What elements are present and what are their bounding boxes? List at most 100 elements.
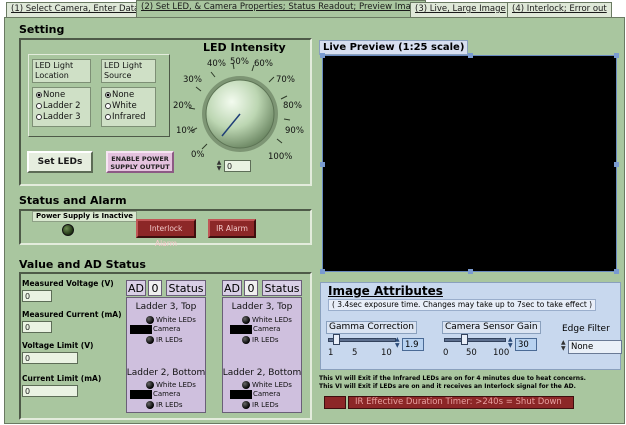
radio-icon (36, 103, 42, 109)
ad-2-bottom-camera-label: Camera (253, 390, 281, 398)
measured-current-label: Measured Current (mA) (22, 310, 122, 319)
power-supply-led-icon (62, 224, 74, 236)
ad-2-bottom-title: Ladder 2, Bottom (222, 368, 302, 378)
ad-1-top-ir-label: IR LEDs (156, 336, 183, 344)
led-location-label: LED Light Location (32, 59, 91, 83)
radio-icon (105, 114, 111, 120)
ad-1-top-camera-label: Camera (153, 325, 181, 333)
edge-filter-stepper[interactable]: ▲ ▼ (561, 340, 568, 353)
warning-line-1: This VI will Exit if the Infrared LEDs a… (319, 375, 586, 382)
gamma-stepper[interactable]: ▲ ▼ (395, 337, 402, 350)
ad-1-top-camera-indicator (130, 325, 152, 334)
intensity-tick-100: 100% (268, 152, 293, 162)
tab-interlock[interactable]: (4) Interlock; Error out (507, 2, 612, 17)
ad-2-status-label: Status (262, 280, 302, 296)
set-leds-button[interactable]: Set LEDs (27, 151, 93, 173)
ad-1-top-title: Ladder 3, Top (135, 302, 197, 312)
edge-filter-select[interactable]: None (568, 340, 622, 354)
gamma-tick-1: 1 (328, 348, 334, 358)
ad-1-bottom-white-led-icon (146, 381, 154, 389)
resize-handle[interactable] (614, 162, 619, 167)
status-alarm-title: Status and Alarm (19, 194, 127, 207)
measured-voltage-label: Measured Voltage (V) (22, 279, 114, 288)
resize-handle[interactable] (614, 53, 619, 58)
ad-1-bottom-ir-led-icon (146, 401, 154, 409)
intensity-tick-50: 50% (230, 57, 249, 67)
resize-handle[interactable] (614, 269, 619, 274)
ad-2-bottom-ir-led-icon (242, 401, 250, 409)
voltage-limit-field[interactable]: 0 (22, 352, 78, 364)
gain-label: Camera Sensor Gain (442, 321, 541, 334)
led-source-label: LED Light Source (101, 59, 156, 83)
power-supply-status-label: Power Supply is Inactive (32, 211, 138, 222)
ir-alarm-button[interactable]: IR Alarm (208, 219, 256, 238)
radio-source-infrared[interactable]: Infrared (105, 112, 152, 123)
warning-line-2: This VI will Exit if LEDs are on and it … (319, 383, 576, 390)
gamma-tick-10: 10 (381, 348, 392, 358)
intensity-stepper[interactable]: ▲ ▼ (215, 160, 223, 172)
gain-slider-track[interactable] (444, 338, 506, 342)
ad-1-bottom-ir-label: IR LEDs (156, 401, 183, 409)
intensity-tick-90: 90% (285, 126, 304, 136)
ad-2-top-ir-led-icon (242, 336, 250, 344)
radio-location-ladder-2[interactable]: Ladder 2 (36, 101, 87, 112)
tab-select-camera[interactable]: (1) Select Camera, Enter Data (6, 2, 145, 17)
interlock-alarm-button[interactable]: Interlock Alarm (136, 219, 196, 248)
radio-location-ladder-3[interactable]: Ladder 3 (36, 112, 87, 123)
image-attributes-title: Image Attributes (328, 284, 443, 298)
gain-tick-50: 50 (466, 348, 477, 358)
measured-current-field: 0 (22, 321, 52, 333)
gain-stepper[interactable]: ▲ ▼ (508, 337, 515, 350)
value-ad-title: Value and AD Status (19, 258, 146, 271)
radio-selected-icon (36, 92, 42, 98)
intensity-tick-70: 70% (276, 75, 295, 85)
gamma-slider-thumb[interactable] (332, 334, 340, 345)
live-preview-image[interactable] (320, 53, 619, 274)
enable-power-supply-button[interactable]: ENABLE POWER SUPPLY OUTPUT (106, 151, 174, 173)
gain-slider-thumb[interactable] (460, 334, 468, 345)
ad-1-bottom-camera-label: Camera (153, 390, 181, 398)
radio-source-white[interactable]: White (105, 101, 152, 112)
measured-voltage-field: 0 (22, 290, 52, 302)
resize-handle[interactable] (320, 269, 325, 274)
intensity-tick-80: 80% (283, 101, 302, 111)
gamma-label: Gamma Correction (326, 321, 417, 334)
intensity-value-field[interactable]: 0 (224, 160, 251, 172)
gamma-tick-5: 5 (352, 348, 358, 358)
ad-1-status-label: Status (166, 280, 206, 296)
setting-title: Setting (19, 23, 65, 36)
ad-1-bottom-white-label: White LEDs (156, 381, 196, 389)
ad-2-bottom-white-led-icon (242, 381, 250, 389)
radio-icon (105, 103, 111, 109)
current-limit-label: Current Limit (mA) (22, 374, 102, 383)
led-location-radio-group: None Ladder 2 Ladder 3 (32, 87, 91, 127)
resize-handle[interactable] (320, 53, 325, 58)
resize-handle[interactable] (468, 53, 473, 58)
ad-2-bottom-white-label: White LEDs (252, 381, 292, 389)
resize-handle[interactable] (468, 269, 473, 274)
gain-value-field[interactable]: 30 (515, 338, 537, 351)
gain-tick-100: 100 (493, 348, 510, 358)
radio-selected-icon (105, 92, 111, 98)
intensity-tick-40: 40% (207, 59, 226, 69)
ad-2-bottom-camera-indicator (230, 390, 252, 399)
ad-1-value: 0 (148, 280, 162, 296)
intensity-tick-20: 20% (173, 101, 192, 111)
current-limit-field[interactable]: 0 (22, 385, 78, 397)
ad-2-top-camera-label: Camera (253, 325, 281, 333)
intensity-tick-10: 10% (176, 126, 195, 136)
ad-1-bottom-camera-indicator (130, 390, 152, 399)
radio-icon (36, 114, 42, 120)
tab-set-led[interactable]: (2) Set LED, & Camera Properties; Status… (136, 0, 427, 17)
resize-handle[interactable] (320, 162, 325, 167)
image-attributes-note: ( 3.4sec exposure time. Changes may take… (328, 299, 597, 311)
radio-source-none[interactable]: None (105, 90, 152, 101)
intensity-tick-30: 30% (183, 75, 202, 85)
ir-timer-indicator (324, 396, 346, 409)
radio-location-none[interactable]: None (36, 90, 87, 101)
gamma-value-field[interactable]: 1.9 (402, 338, 424, 351)
ad-1-top-ir-led-icon (146, 336, 154, 344)
tab-live-large-image[interactable]: (3) Live, Large Image (410, 2, 511, 17)
edge-filter-label: Edge Filter (562, 324, 610, 334)
ad-1-top-white-led-icon (146, 316, 154, 324)
